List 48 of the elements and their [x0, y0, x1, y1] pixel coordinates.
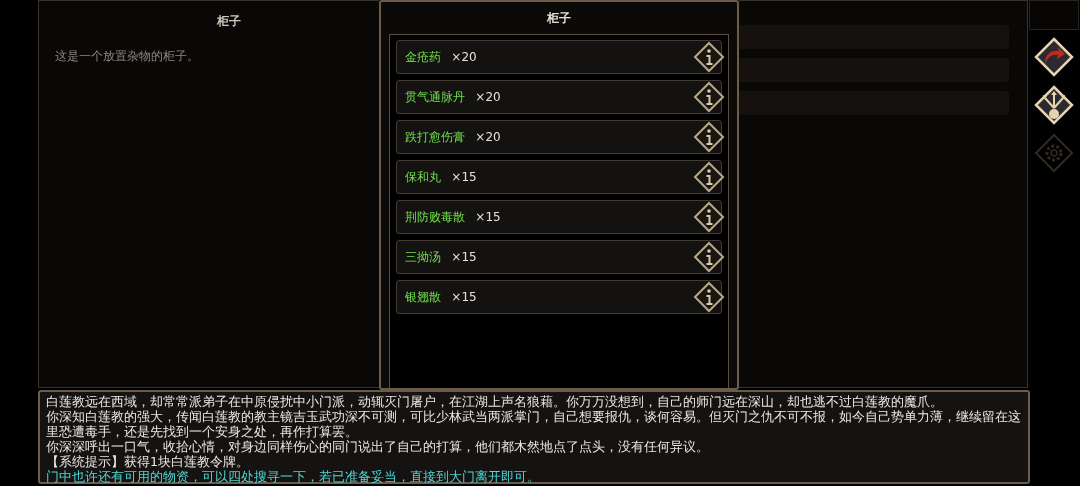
item-row[interactable]: 保和丸 ×15 [396, 160, 722, 194]
info-icon [692, 41, 725, 73]
item-name: 荆防败毒散 [405, 208, 466, 226]
dialog-title: 柜子 [546, 10, 572, 27]
log-line: 你深深呼出一口气，收拾心情，对身边同样伤心的同门说出了自己的打算，他们都木然地点了点头，没有任何异议。 [46, 439, 710, 454]
info-button[interactable] [692, 121, 725, 153]
log-line: 你深知白莲教的强大，传闻白莲教的教主镜吉玉武功深不可测，可比少林武当两派掌门，自己想要报仇，谈何容易。但灭门之仇不可不报，如今自己势单力薄，继续留在这里恐遭毒手，还是先找到一个安身之处，再作打算罢。 [46, 409, 1022, 439]
log-line: 门中也许还有可用的物资，可以四处搜寻一下，若已准备妥当，直接到大门离开即可。 [46, 469, 541, 484]
item-name: 银翘散 [405, 288, 442, 306]
info-icon [692, 81, 725, 113]
item-count: ×15 [451, 250, 478, 264]
item-row[interactable]: 银翘散 ×15 [396, 280, 722, 314]
info-button[interactable] [692, 201, 725, 233]
info-button[interactable] [692, 241, 725, 273]
info-button[interactable] [692, 41, 725, 73]
item-name: 跌打愈伤膏 [405, 128, 466, 146]
item-count: ×20 [475, 90, 502, 104]
item-count: ×20 [475, 130, 502, 144]
item-name: 三拗汤 [405, 248, 442, 266]
info-button[interactable] [692, 81, 725, 113]
item-row[interactable]: 荆防败毒散 ×15 [396, 200, 722, 234]
item-count: ×15 [451, 170, 478, 184]
info-button[interactable] [692, 161, 725, 193]
info-icon [692, 201, 725, 233]
item-row[interactable]: 金疮药 ×20 [396, 40, 722, 74]
item-row[interactable]: 贯气通脉丹 ×20 [396, 80, 722, 114]
info-icon [692, 121, 725, 153]
action-button[interactable] [1033, 36, 1076, 78]
log-line: 【系统提示】获得1块白莲教令牌。 [46, 454, 250, 469]
info-icon [692, 161, 725, 193]
info-icon [692, 241, 725, 273]
action-button[interactable] [1033, 84, 1076, 126]
pouch-arrows-icon [1033, 84, 1076, 126]
gear-icon [1033, 132, 1076, 174]
panel-title: 柜子 [216, 13, 243, 30]
item-name: 金疮药 [405, 48, 442, 66]
description-text: 这是一个放置杂物的柜子。 [55, 48, 200, 65]
item-name: 贯气通脉丹 [405, 88, 466, 106]
curved-arrow-icon [1033, 36, 1076, 78]
item-count: ×15 [451, 290, 478, 304]
info-icon [692, 281, 725, 313]
item-row[interactable]: 跌打愈伤膏 ×20 [396, 120, 722, 154]
log-line: 白莲教远在西域，却常常派弟子在中原侵扰中小门派，动辄灭门屠户，在江湖上声名狼藉。你万万没想到，自己的师门远在深山，却也逃不过白莲教的魔爪。 [46, 394, 944, 409]
item-row[interactable]: 三拗汤 ×15 [396, 240, 722, 274]
info-button[interactable] [692, 281, 725, 313]
item-count: ×20 [451, 50, 478, 64]
item-count: ×15 [475, 210, 502, 224]
item-name: 保和丸 [405, 168, 442, 186]
